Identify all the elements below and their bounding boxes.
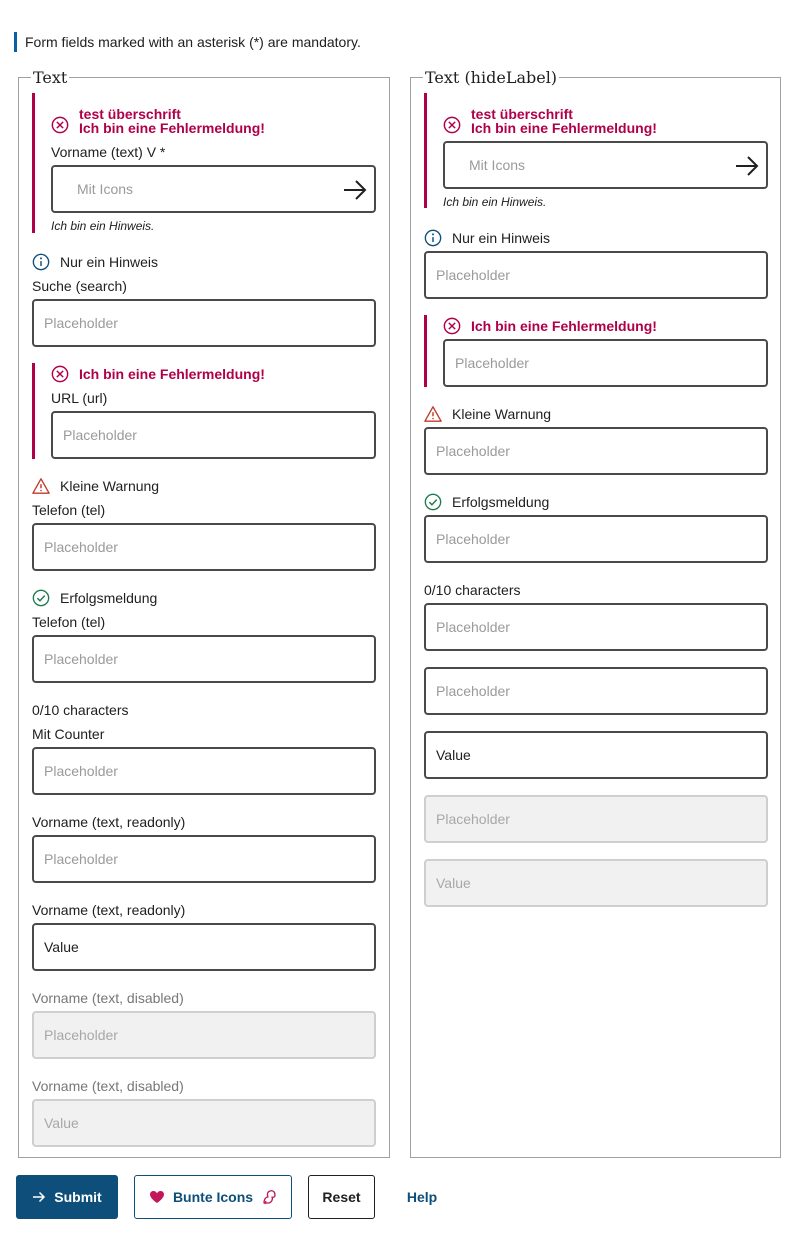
readonly-input-value[interactable]: Value — [32, 923, 376, 971]
input-placeholder: Placeholder — [436, 267, 510, 283]
counter-input[interactable]: Placeholder — [32, 747, 376, 795]
error-bar — [32, 93, 35, 233]
arrow-right-icon — [33, 1191, 46, 1203]
error-icon — [51, 116, 69, 134]
info-message: Nur ein Hinweis — [32, 252, 158, 272]
error-bar — [32, 363, 35, 459]
input-placeholder: Placeholder — [44, 851, 118, 867]
success-message: Erfolgsmeldung — [424, 492, 549, 512]
field-label-search: Suche (search) — [32, 278, 127, 294]
mandatory-notice: Form fields marked with an asterisk (*) … — [14, 32, 361, 52]
url-input[interactable]: Placeholder — [51, 411, 376, 459]
input-placeholder: Mit Icons — [77, 181, 134, 197]
info-icon — [424, 229, 442, 247]
error-icon — [443, 317, 461, 335]
submit-label: Submit — [54, 1189, 102, 1205]
search-input-hidelabel[interactable]: Placeholder — [424, 251, 768, 299]
error-bar — [424, 315, 427, 387]
character-counter: 0/10 characters — [32, 702, 129, 718]
input-placeholder: Placeholder — [436, 619, 510, 635]
input-value: Value — [44, 939, 79, 955]
field-label-url: URL (url) — [51, 390, 108, 406]
success-icon — [424, 493, 442, 511]
field-label-readonly: Vorname (text, readonly) — [32, 814, 186, 830]
input-value: Value — [436, 875, 471, 891]
input-placeholder: Placeholder — [436, 811, 510, 827]
info-message: Nur ein Hinweis — [424, 228, 550, 248]
input-placeholder: Placeholder — [44, 1027, 118, 1043]
input-placeholder: Placeholder — [44, 763, 118, 779]
input-placeholder: Placeholder — [455, 355, 529, 371]
warning-icon — [424, 405, 442, 423]
warning-icon — [32, 477, 50, 495]
field-label-vorname: Vorname (text) V * — [51, 144, 166, 160]
help-link[interactable]: Help — [390, 1175, 454, 1219]
input-placeholder: Placeholder — [63, 427, 137, 443]
error-message: Ich bin eine Fehlermeldung! — [471, 120, 657, 136]
arrow-right-icon[interactable] — [342, 177, 368, 203]
counter-input-hidelabel[interactable]: Placeholder — [424, 603, 768, 651]
tel-input-2[interactable]: Placeholder — [32, 635, 376, 683]
input-placeholder: Mit Icons — [469, 157, 526, 173]
error-icon — [443, 116, 461, 134]
tel-input-hidelabel-2[interactable]: Placeholder — [424, 515, 768, 563]
disabled-input: Placeholder — [32, 1011, 376, 1059]
error-message: Ich bin eine Fehlermeldung! — [443, 316, 657, 336]
input-value: Value — [44, 1115, 79, 1131]
info-icon — [32, 253, 50, 271]
error-icon — [51, 365, 69, 383]
tel-input-hidelabel[interactable]: Placeholder — [424, 427, 768, 475]
input-placeholder: Placeholder — [44, 539, 118, 555]
error-message: Ich bin eine Fehlermeldung! — [51, 364, 265, 384]
bunte-icons-label: Bunte Icons — [172, 1189, 254, 1205]
error-bar — [424, 93, 427, 208]
arrow-right-icon[interactable] — [734, 153, 760, 179]
tel-input[interactable]: Placeholder — [32, 523, 376, 571]
readonly-input[interactable]: Placeholder — [32, 835, 376, 883]
heart-icon — [149, 1191, 164, 1203]
squirrel-icon — [263, 1190, 276, 1205]
error-message: Ich bin eine Fehlermeldung! — [79, 120, 265, 136]
input-placeholder: Placeholder — [436, 443, 510, 459]
success-message: Erfolgsmeldung — [32, 588, 157, 608]
warning-message: Kleine Warnung — [424, 404, 551, 424]
field-hint: Ich bin ein Hinweis. — [51, 219, 155, 233]
field-label-tel: Telefon (tel) — [32, 502, 106, 518]
help-label: Help — [406, 1189, 438, 1205]
field-label-disabled: Vorname (text, disabled) — [32, 990, 184, 1006]
bunte-icons-button[interactable]: Bunte Icons — [134, 1175, 292, 1219]
input-placeholder: Placeholder — [436, 531, 510, 547]
warning-message: Kleine Warnung — [32, 476, 159, 496]
field-label-counter: Mit Counter — [32, 726, 105, 742]
readonly-input-hidelabel[interactable]: Placeholder — [424, 667, 768, 715]
input-value: Value — [436, 747, 471, 763]
field-label-readonly-2: Vorname (text, readonly) — [32, 902, 186, 918]
disabled-input-hidelabel: Placeholder — [424, 795, 768, 843]
reset-label: Reset — [322, 1189, 361, 1205]
vorname-input-hidelabel[interactable]: Mit Icons — [443, 141, 768, 189]
input-placeholder: Placeholder — [44, 315, 118, 331]
submit-button[interactable]: Submit — [16, 1175, 118, 1219]
url-input-hidelabel[interactable]: Placeholder — [443, 339, 768, 387]
field-hint: Ich bin ein Hinweis. — [443, 195, 547, 209]
success-icon — [32, 589, 50, 607]
field-label-tel-2: Telefon (tel) — [32, 614, 106, 630]
search-input[interactable]: Placeholder — [32, 299, 376, 347]
reset-button[interactable]: Reset — [308, 1175, 375, 1219]
input-placeholder: Placeholder — [44, 651, 118, 667]
input-placeholder: Placeholder — [436, 683, 510, 699]
fieldset-legend: Text (hideLabel) — [425, 68, 558, 87]
field-label-disabled-2: Vorname (text, disabled) — [32, 1078, 184, 1094]
fieldset-legend: Text — [33, 68, 68, 87]
character-counter: 0/10 characters — [424, 582, 521, 598]
disabled-input-value: Value — [32, 1099, 376, 1147]
disabled-input-value-hidelabel: Value — [424, 859, 768, 907]
readonly-input-value-hidelabel[interactable]: Value — [424, 731, 768, 779]
vorname-input[interactable]: Mit Icons — [51, 165, 376, 213]
